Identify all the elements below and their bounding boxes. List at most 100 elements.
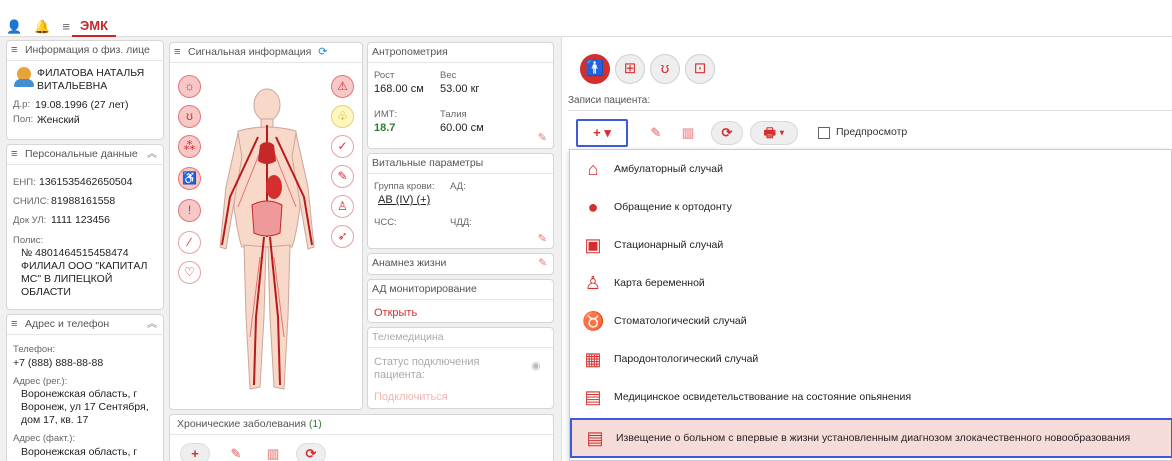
fact-address-line-1: Воронежская область, г [21, 446, 138, 458]
webcam-icon: ◉ [531, 360, 541, 372]
delete-button[interactable]: ▥ [674, 121, 702, 145]
syringe-icon[interactable]: ✎ [331, 165, 354, 188]
alarm-icon[interactable]: ⚠ [331, 75, 354, 98]
menu-icon[interactable]: ≡ [62, 20, 70, 33]
weight-label: Вес [440, 70, 457, 81]
teeth-icon: ▦ [584, 348, 602, 369]
preview-label: Предпросмотр [836, 126, 908, 138]
tab-emk[interactable]: ЭМК [72, 17, 117, 37]
menu-item-label: Медицинское освидетельствование на состо… [614, 391, 912, 403]
menu-icon[interactable]: ≡ [174, 43, 184, 62]
menu-icon[interactable]: ≡ [11, 315, 21, 334]
refresh-button[interactable]: ⟳ [711, 121, 743, 145]
menu-icon[interactable]: ≡ [11, 145, 21, 164]
add-record-menu: ⌂ Амбулаторный случай ● Обращение к орто… [569, 149, 1172, 461]
menu-item-orthodontist[interactable]: ● Обращение к ортодонту [570, 188, 1172, 226]
open-link[interactable]: Открыть [374, 307, 417, 319]
document-icon: ▤ [586, 427, 604, 448]
stethoscope-icon[interactable]: ʊ [178, 105, 201, 128]
edit-button[interactable]: ✎ [642, 121, 670, 145]
anthropometry-panel: Антропометрия Рост 168.00 см Вес 53.00 к… [367, 42, 554, 149]
reg-address-label: Адрес (рег.): [13, 376, 68, 387]
snils-value: 81988161558 [51, 195, 116, 207]
section-title: АД мониторирование [372, 283, 477, 295]
heart-pulse-icon[interactable]: ♡ [178, 261, 201, 284]
check-circle-icon[interactable]: ✓ [331, 135, 354, 158]
menu-item-inpatient[interactable]: ▣ Стационарный случай [570, 226, 1172, 264]
child-icon[interactable]: ♙ [331, 195, 354, 218]
menu-item-label: Карта беременной [614, 277, 705, 289]
head-icon: ● [587, 196, 599, 217]
collapse-icon[interactable]: ︽ [147, 315, 157, 334]
connect-link[interactable]: Подключиться [374, 391, 448, 403]
chronic-diseases-header: Хронические заболевания (1) [170, 415, 553, 435]
blood-group-value: AB (IV) (+) [378, 194, 431, 206]
personal-data-panel: ≡ Персональные данные ︽ ЕНП: 136153546265… [6, 144, 164, 310]
patient-name-1: ФИЛАТОВА НАТАЛЬЯ [37, 67, 145, 79]
refresh-button[interactable]: ⟳ [296, 443, 326, 461]
bell-icon[interactable]: 🔔 [34, 20, 50, 33]
snils-label: СНИЛС: [13, 196, 50, 207]
status-line-2: пациента: [374, 369, 425, 381]
menu-item-label: Стоматологический случай [614, 315, 747, 327]
chart-icon[interactable]: ⊡ [685, 54, 715, 84]
status-line-1: Статус подключения [374, 356, 480, 368]
add-dropdown-button[interactable]: + ▾ [576, 119, 628, 147]
tree-icon[interactable]: ⊞ [615, 54, 645, 84]
menu-item-label: Амбулаторный случай [614, 163, 723, 175]
menu-item-ambulatory[interactable]: ⌂ Амбулаторный случай [570, 150, 1172, 188]
lungs-icon[interactable]: ♧ [331, 105, 354, 128]
add-button[interactable]: + [180, 443, 210, 461]
menu-item-cancer-notice[interactable]: ▤ Извещение о больном с впервые в жизни … [570, 418, 1172, 458]
menu-item-dental[interactable]: ♉ Стоматологический случай [570, 302, 1172, 340]
weight-value: 53.00 кг [440, 83, 480, 95]
stethoscope-icon[interactable]: ʊ [650, 54, 680, 84]
section-title: Адрес и телефон [25, 318, 110, 330]
disability-icon[interactable]: ♿ [178, 167, 201, 190]
edit-icon[interactable]: ✎ [538, 131, 547, 144]
blood-group-label: Группа крови: [374, 181, 435, 192]
patient-info-header: ≡ Информация о физ. лице [7, 41, 163, 61]
send-icon[interactable]: ➶ [331, 225, 354, 248]
menu-item-periodontal[interactable]: ▦ Пародонтологический случай [570, 340, 1172, 378]
address-panel: ≡ Адрес и телефон ︽ Телефон: +7 (888) 888… [6, 314, 164, 461]
edit-button[interactable]: ✎ [221, 443, 251, 461]
rr-label: ЧДД: [450, 217, 472, 228]
menu-icon[interactable]: ≡ [11, 41, 21, 60]
waist-value: 60.00 см [440, 122, 484, 134]
hr-label: ЧСС: [374, 217, 397, 228]
person-icon[interactable]: 🚹 [580, 54, 610, 84]
edit-icon[interactable]: ✎ [538, 254, 547, 273]
polis-label: Полис: [13, 235, 44, 246]
document-icon: ▤ [584, 386, 602, 407]
menu-item-label: Стационарный случай [614, 239, 724, 251]
chronic-count: (1) [308, 418, 322, 430]
vitals-header: Витальные параметры [368, 154, 553, 174]
doc-label: Док УЛ: [13, 215, 47, 226]
height-label: Рост [374, 70, 395, 81]
refresh-icon[interactable]: ⟳ [318, 46, 327, 58]
menu-item-intoxication-exam[interactable]: ▤ Медицинское освидетельствование на сос… [570, 378, 1172, 416]
home-icon: ⌂ [587, 158, 599, 179]
delete-button[interactable]: ▥ [258, 443, 288, 461]
alert-icon[interactable]: ! [178, 199, 201, 222]
dob-value: 19.08.1996 (27 лет) [35, 99, 129, 111]
section-title: Сигнальная информация [188, 46, 312, 58]
molecule-icon[interactable]: ⁂ [178, 135, 201, 158]
sex-label: Пол: [13, 114, 34, 125]
allergy-icon[interactable]: ☼ [178, 75, 201, 98]
collapse-icon[interactable]: ︽ [147, 145, 157, 164]
enp-label: ЕНП: [13, 177, 36, 188]
menu-item-pregnancy[interactable]: ♙ Карта беременной [570, 264, 1172, 302]
preview-checkbox[interactable] [818, 127, 830, 139]
reg-address-line-1: Воронежская область, г [21, 388, 138, 400]
print-dropdown-button[interactable]: 🖶 ▾ [750, 121, 798, 145]
polis-line-2: ФИЛИАЛ ООО "КАПИТАЛ [21, 260, 148, 272]
anamnesis-header[interactable]: Анамнез жизни ✎ [368, 254, 553, 274]
user-icon[interactable]: 👤 [6, 20, 22, 33]
polis-line-4: ОБЛАСТИ [21, 286, 71, 298]
section-title: Информация о физ. лице [25, 44, 150, 56]
enp-value: 1361535462650504 [39, 176, 133, 188]
scalpel-icon[interactable]: ∕ [178, 231, 201, 254]
edit-icon[interactable]: ✎ [538, 232, 547, 245]
